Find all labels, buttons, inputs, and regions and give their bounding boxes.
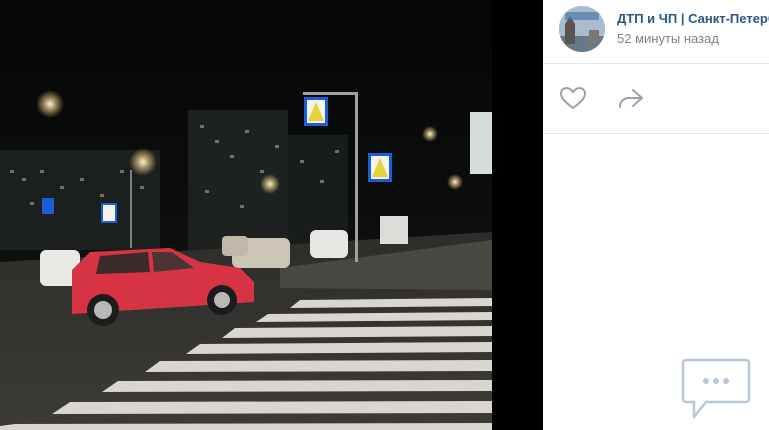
post-sidebar: ДТП и ЧП | Санкт-Петербург 52 минуты наз… <box>543 0 769 430</box>
avatar[interactable] <box>559 6 605 52</box>
heart-icon[interactable] <box>559 86 587 110</box>
post-actions <box>543 64 769 134</box>
photo-viewer-backdrop <box>492 0 543 430</box>
post-header: ДТП и ЧП | Санкт-Петербург 52 минуты наз… <box>543 0 769 64</box>
comment-bubble-icon <box>681 358 751 419</box>
share-arrow-icon[interactable] <box>617 86 645 110</box>
post-timestamp[interactable]: 52 минуты назад <box>617 31 719 46</box>
post-author-link[interactable]: ДТП и ЧП | Санкт-Петербург <box>617 11 769 26</box>
avatar-image <box>559 6 605 52</box>
night-street-photo <box>0 0 492 430</box>
post-photo[interactable] <box>0 0 492 430</box>
